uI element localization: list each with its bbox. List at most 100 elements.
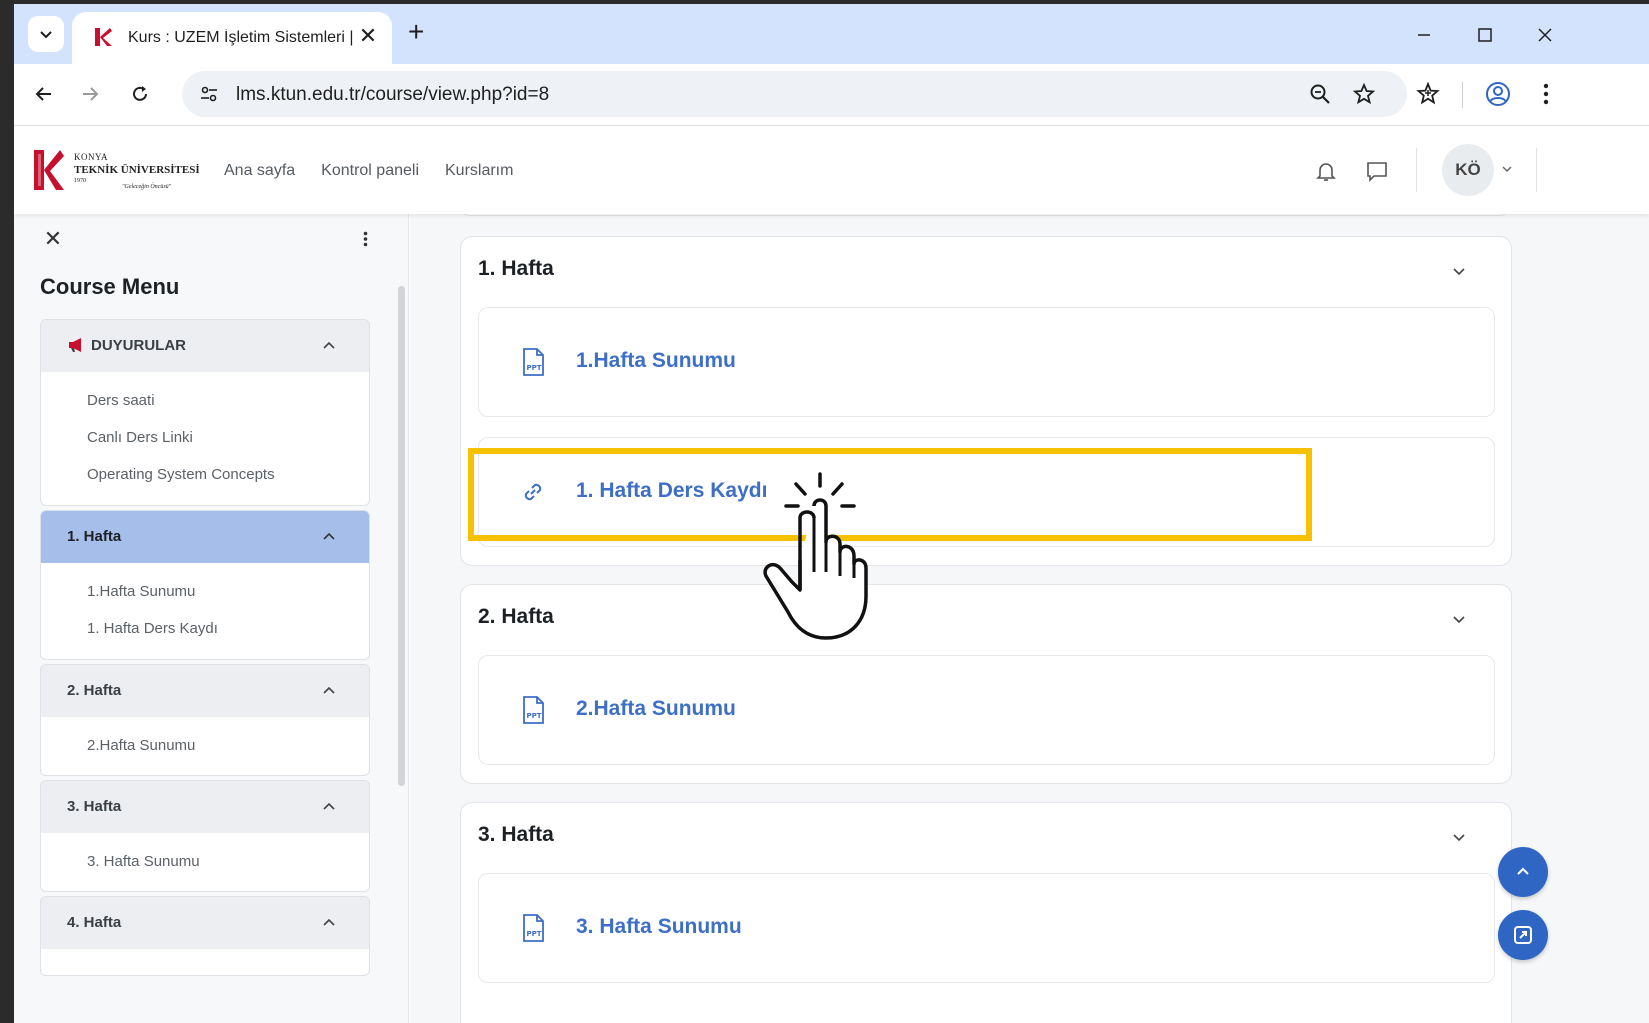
maximize-icon: [1478, 28, 1492, 42]
section-header[interactable]: DUYURULAR: [41, 320, 369, 372]
logo-text-year: 1970: [74, 178, 86, 184]
scroll-to-top-button[interactable]: [1498, 847, 1548, 897]
url-text: lms.ktun.edu.tr/course/view.php?id=8: [236, 84, 550, 105]
activity-link[interactable]: 2.Hafta Sunumu: [576, 697, 736, 721]
highlight-box: [468, 448, 1312, 541]
section-title: 4. Hafta: [67, 914, 122, 931]
expand-icon: [1514, 926, 1532, 944]
tab-strip: Kurs : UZEM İşletim Sistemleri | ✕ +: [14, 4, 1649, 64]
nav-my-courses-link[interactable]: Kurslarım: [445, 162, 513, 180]
section-title: 2. Hafta: [478, 605, 554, 628]
browser-tab[interactable]: Kurs : UZEM İşletim Sistemleri | ✕: [72, 12, 392, 64]
address-bar[interactable]: lms.ktun.edu.tr/course/view.php?id=8: [182, 71, 1407, 117]
forward-button[interactable]: [74, 78, 106, 110]
bookmarks-manager-button[interactable]: [1412, 78, 1444, 110]
browser-window: Kurs : UZEM İşletim Sistemleri | ✕ + lms…: [14, 4, 1649, 1023]
pointing-hand-icon: [763, 472, 868, 640]
course-index-item[interactable]: 1.Hafta Sunumu: [41, 573, 369, 610]
course-index-section-week-2: 2. Hafta 2.Hafta Sunumu: [40, 664, 370, 776]
course-index-drawer: ✕ Course Menu DUYURULAR Ders saati Canlı…: [14, 214, 409, 1023]
drawer-options-button[interactable]: [354, 228, 376, 250]
svg-text:PPT: PPT: [527, 364, 542, 372]
section-title: 3. Hafta: [67, 798, 122, 815]
section-header[interactable]: 2. Hafta: [41, 665, 369, 717]
site-logo[interactable]: KONYA TEKNİK ÜNİVERSİTESİ 1970 "Geleceği…: [32, 146, 200, 196]
section-title: 2. Hafta: [67, 682, 122, 699]
site-navbar: KONYA TEKNİK ÜNİVERSİTESİ 1970 "Geleceği…: [14, 126, 1649, 214]
zoom-button[interactable]: [1306, 80, 1334, 108]
nav-dashboard-link[interactable]: Kontrol paneli: [321, 162, 419, 180]
arrow-left-icon: [35, 87, 51, 101]
more-vertical-icon: [1543, 83, 1549, 105]
toolbar-divider: [1462, 82, 1463, 108]
megaphone-icon: [69, 338, 81, 352]
section-title: 1. Hafta: [67, 528, 122, 545]
profile-button[interactable]: [1482, 78, 1514, 110]
drawer-scrollbar[interactable]: [398, 286, 405, 786]
course-index-item[interactable]: 3. Hafta Sunumu: [41, 843, 369, 880]
section-header[interactable]: 1. Hafta: [41, 511, 369, 563]
course-index-section-week-1: 1. Hafta 1.Hafta Sunumu 1. Hafta Ders Ka…: [40, 510, 370, 660]
primary-navigation: Ana sayfa Kontrol paneli Kurslarım: [224, 162, 513, 180]
zoom-out-icon: [1310, 84, 1330, 104]
browser-menu-button[interactable]: [1530, 78, 1562, 110]
ppt-file-icon: PPT: [523, 914, 544, 942]
tune-icon: [201, 86, 217, 102]
course-index-item[interactable]: Canlı Ders Linki: [41, 419, 369, 456]
chevron-down-icon: [40, 31, 52, 39]
section-header[interactable]: 4. Hafta: [41, 897, 369, 949]
course-index-section-week-3: 3. Hafta 3. Hafta Sunumu: [40, 780, 370, 892]
course-index-section-announcements: DUYURULAR Ders saati Canlı Ders Linki Op…: [40, 319, 370, 506]
chevron-up-icon[interactable]: [321, 529, 337, 545]
navbar-divider: [1416, 148, 1417, 192]
activity-link[interactable]: 3. Hafta Sunumu: [576, 915, 742, 939]
activity-item[interactable]: PPT 2.Hafta Sunumu: [478, 655, 1495, 765]
chevron-down-icon[interactable]: [1451, 829, 1467, 845]
chevron-up-icon[interactable]: [321, 683, 337, 699]
navbar-divider: [1536, 148, 1537, 192]
reload-button[interactable]: [124, 78, 156, 110]
site-info-button[interactable]: [194, 79, 224, 109]
section-header[interactable]: 3. Hafta: [41, 781, 369, 833]
expand-view-button[interactable]: [1498, 910, 1548, 960]
minimize-icon: [1418, 34, 1430, 36]
chevron-down-icon[interactable]: [1500, 162, 1514, 176]
close-window-button[interactable]: [1530, 20, 1560, 50]
ppt-file-icon: PPT: [523, 696, 544, 724]
chevron-up-icon[interactable]: [321, 799, 337, 815]
arrow-right-icon: [83, 87, 99, 101]
course-index-item[interactable]: Operating System Concepts: [41, 456, 369, 493]
nav-home-link[interactable]: Ana sayfa: [224, 162, 295, 180]
message-icon: [1367, 162, 1387, 182]
section-title: 3. Hafta: [478, 823, 554, 846]
logo-text-university: TEKNİK ÜNİVERSİTESİ: [74, 164, 200, 176]
chevron-down-icon[interactable]: [1451, 263, 1467, 279]
close-tab-icon[interactable]: ✕: [355, 23, 381, 49]
chevron-up-icon[interactable]: [321, 338, 337, 354]
user-avatar[interactable]: KÖ: [1442, 144, 1494, 196]
close-icon: [1538, 28, 1552, 42]
account-circle-icon: [1486, 82, 1510, 106]
activity-item[interactable]: PPT 3. Hafta Sunumu: [478, 873, 1495, 983]
course-section-week-3: 3. Hafta PPT 3. Hafta Sunumu: [460, 802, 1512, 1023]
tab-search-button[interactable]: [28, 16, 64, 52]
messages-button[interactable]: [1360, 154, 1394, 188]
close-drawer-icon[interactable]: ✕: [42, 226, 64, 251]
course-index-item[interactable]: 1. Hafta Ders Kaydı: [41, 610, 369, 647]
user-initials: KÖ: [1455, 160, 1481, 179]
bell-icon: [1316, 163, 1336, 181]
bookmark-button[interactable]: [1350, 80, 1378, 108]
course-index-item[interactable]: 2.Hafta Sunumu: [41, 727, 369, 764]
chevron-up-icon[interactable]: [321, 915, 337, 931]
new-tab-button[interactable]: +: [408, 18, 424, 46]
course-index-item[interactable]: Ders saati: [41, 382, 369, 419]
back-button[interactable]: [28, 78, 60, 110]
chevron-down-icon[interactable]: [1451, 611, 1467, 627]
activity-item[interactable]: PPT 1.Hafta Sunumu: [478, 307, 1495, 417]
section-title: DUYURULAR: [91, 337, 186, 354]
activity-link[interactable]: 1.Hafta Sunumu: [576, 349, 736, 373]
tab-title: Kurs : UZEM İşletim Sistemleri |: [128, 29, 353, 46]
maximize-button[interactable]: [1470, 20, 1500, 50]
notifications-button[interactable]: [1309, 154, 1343, 188]
minimize-button[interactable]: [1409, 20, 1439, 50]
